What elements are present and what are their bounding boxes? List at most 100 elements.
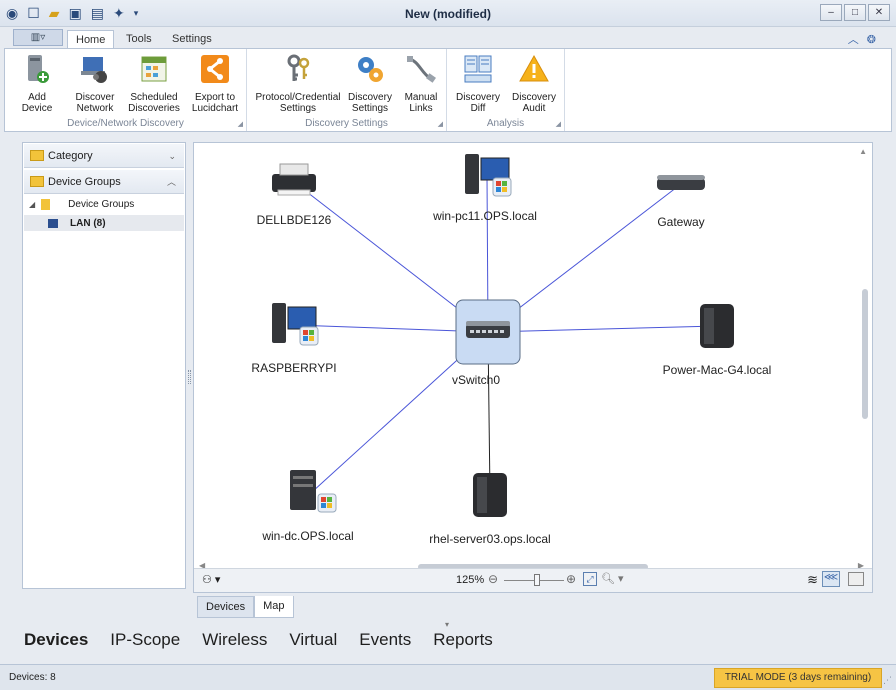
- nav-virtual[interactable]: Virtual: [289, 630, 337, 650]
- find-binoculars-icon[interactable]: ⚇ ▾: [202, 573, 220, 586]
- zoom-slider-thumb[interactable]: [534, 574, 540, 586]
- discover-network-icon: [81, 57, 107, 83]
- group-label: Device/Network Discovery: [67, 118, 184, 129]
- ribbon-tabs: ▥▿ Home Tools Settings ︿❂: [0, 27, 896, 49]
- diff-icon: [464, 55, 492, 83]
- trial-badge[interactable]: TRIAL MODE (3 days remaining): [714, 668, 882, 688]
- group-launcher-icon[interactable]: ◢: [438, 120, 443, 128]
- lucidchart-icon: [201, 55, 229, 83]
- add-device-button[interactable]: Add Device: [15, 53, 59, 114]
- title-bar: ◉ ☐ ▰ ▣ ▤ ✦ ▾ New (modified) – □ ✕: [0, 0, 896, 27]
- nav-ip-scope[interactable]: IP-Scope: [110, 630, 180, 650]
- device-count: Devices: 8: [9, 672, 56, 683]
- tab-devices-view[interactable]: Devices: [197, 596, 255, 618]
- zoom-out-icon[interactable]: ⊖: [488, 572, 498, 586]
- manual-links-button[interactable]: Manual Links: [399, 53, 443, 114]
- nav-overflow-icon[interactable]: ▾: [445, 620, 449, 629]
- tree-expand-icon[interactable]: ◢: [29, 200, 35, 209]
- bottom-navigation: Devices IP-Scope Wireless Virtual Events…: [24, 630, 493, 654]
- map-node-label[interactable]: win-dc.OPS.local: [262, 529, 353, 543]
- vertical-scrollbar[interactable]: [862, 289, 868, 419]
- resize-grip-icon[interactable]: ⋰: [883, 675, 892, 686]
- minimize-button[interactable]: –: [820, 4, 842, 21]
- nav-wireless[interactable]: Wireless: [202, 630, 267, 650]
- close-button[interactable]: ✕: [868, 4, 890, 21]
- zoom-level: 125%: [456, 574, 485, 586]
- group-label: Analysis: [486, 118, 525, 129]
- map-node[interactable]: [653, 156, 709, 212]
- map-node-label[interactable]: DELLBDE126: [257, 213, 332, 227]
- tab-tools[interactable]: Tools: [118, 30, 160, 49]
- discovery-diff-button[interactable]: Discovery Diff: [451, 53, 505, 114]
- add-device-icon: [28, 55, 49, 83]
- warning-icon: [519, 54, 549, 82]
- tree-item-lan[interactable]: LAN (8): [24, 215, 184, 231]
- cable-icon: [407, 56, 436, 83]
- nav-reports[interactable]: Reports: [433, 630, 493, 650]
- map-node[interactable]: [284, 464, 340, 520]
- calendar-icon: [141, 56, 167, 82]
- panel-splitter[interactable]: [188, 370, 191, 384]
- map-node-label[interactable]: RASPBERRYPI: [251, 361, 336, 375]
- application-menu-button[interactable]: ▥▿: [13, 29, 63, 46]
- maximize-button[interactable]: □: [844, 4, 866, 21]
- map-node-label[interactable]: win-pc11.OPS.local: [433, 209, 537, 223]
- ribbon-controls: ︿❂: [848, 31, 884, 47]
- map-node[interactable]: [462, 467, 518, 523]
- group-discovery-settings: Protocol/Credential Settings Discovery Set…: [247, 49, 447, 131]
- tab-settings[interactable]: Settings: [164, 30, 220, 49]
- map-node-label-vswitch[interactable]: vSwitch0: [452, 373, 500, 387]
- tab-map-view[interactable]: Map: [254, 596, 294, 618]
- map-node-label[interactable]: Gateway: [657, 215, 704, 229]
- map-node-label[interactable]: rhel-server03.ops.local: [429, 532, 550, 546]
- status-bar: Devices: 8 TRIAL MODE (3 days remaining)…: [0, 664, 896, 690]
- network-map[interactable]: DELLBDE126 win-pc11.OPS.local Gateway RASPB…: [193, 142, 873, 593]
- map-node[interactable]: [266, 297, 322, 353]
- group-analysis: Discovery Diff Discovery Audit Analysis ◢: [447, 49, 565, 131]
- gears-icon: [358, 57, 383, 82]
- export-lucidchart-button[interactable]: Export to Lucidchart: [189, 53, 241, 114]
- map-node[interactable]: [689, 298, 745, 354]
- device-groups-accordion[interactable]: Device Groups ︿: [24, 170, 184, 194]
- group-label: Discovery Settings: [305, 118, 388, 129]
- map-node-label[interactable]: Power-Mac-G4.local: [663, 363, 772, 377]
- group-launcher-icon[interactable]: ◢: [556, 120, 561, 128]
- category-icon: [30, 150, 44, 161]
- nav-events[interactable]: Events: [359, 630, 411, 650]
- list-view-icon[interactable]: [848, 572, 864, 586]
- map-node-vswitch[interactable]: [455, 299, 521, 365]
- layers-icon[interactable]: ≋: [807, 572, 818, 588]
- category-accordion[interactable]: Category ⌄: [24, 144, 184, 168]
- map-toolbar: ⚇ ▾ 125% ⊖ ⊕ ⤢ 🔍︎ ▾ ≋ ⋘: [194, 568, 872, 592]
- map-nodes: [266, 148, 745, 523]
- folder-icon: [41, 199, 51, 210]
- nav-devices[interactable]: Devices: [24, 630, 88, 650]
- scheduled-discoveries-button[interactable]: Scheduled Discoveries: [125, 53, 183, 114]
- zoom-tool-icon[interactable]: 🔍︎ ▾: [601, 572, 624, 585]
- zoom-in-icon[interactable]: ⊕: [566, 572, 576, 586]
- discover-network-button[interactable]: Discover Network: [73, 53, 117, 114]
- help-icon[interactable]: ❂: [867, 34, 884, 46]
- chevron-down-icon: ⌄: [168, 151, 176, 161]
- network-icon: [48, 218, 58, 228]
- view-tabs: Devices Map: [197, 596, 294, 618]
- chevron-up-icon: ︿: [166, 177, 176, 187]
- tab-home[interactable]: Home: [67, 30, 115, 49]
- left-panel: Category ⌄ Device Groups ︿ ◢ Device Grou…: [22, 142, 186, 589]
- group-device-discovery: Add Device Discover Network Scheduled Disc…: [5, 49, 247, 131]
- collapse-ribbon-icon[interactable]: ︿: [848, 34, 867, 46]
- map-node[interactable]: [459, 148, 515, 204]
- discovery-settings-button[interactable]: Discovery Settings: [345, 53, 395, 114]
- window-title: New (modified): [405, 7, 491, 21]
- tree-root[interactable]: ◢ Device Groups: [29, 199, 134, 210]
- scroll-up-icon[interactable]: ▲: [859, 147, 867, 156]
- map-link: [487, 325, 718, 333]
- map-layout-icon[interactable]: ⋘: [822, 571, 840, 587]
- group-launcher-icon[interactable]: ◢: [238, 120, 243, 128]
- protocol-credential-settings-button[interactable]: Protocol/Credential Settings: [255, 53, 341, 114]
- fit-to-window-icon[interactable]: ⤢: [583, 572, 597, 586]
- map-canvas: [266, 148, 745, 523]
- device-groups-icon: [30, 176, 44, 187]
- map-node[interactable]: [266, 154, 322, 210]
- discovery-audit-button[interactable]: Discovery Audit: [507, 53, 561, 114]
